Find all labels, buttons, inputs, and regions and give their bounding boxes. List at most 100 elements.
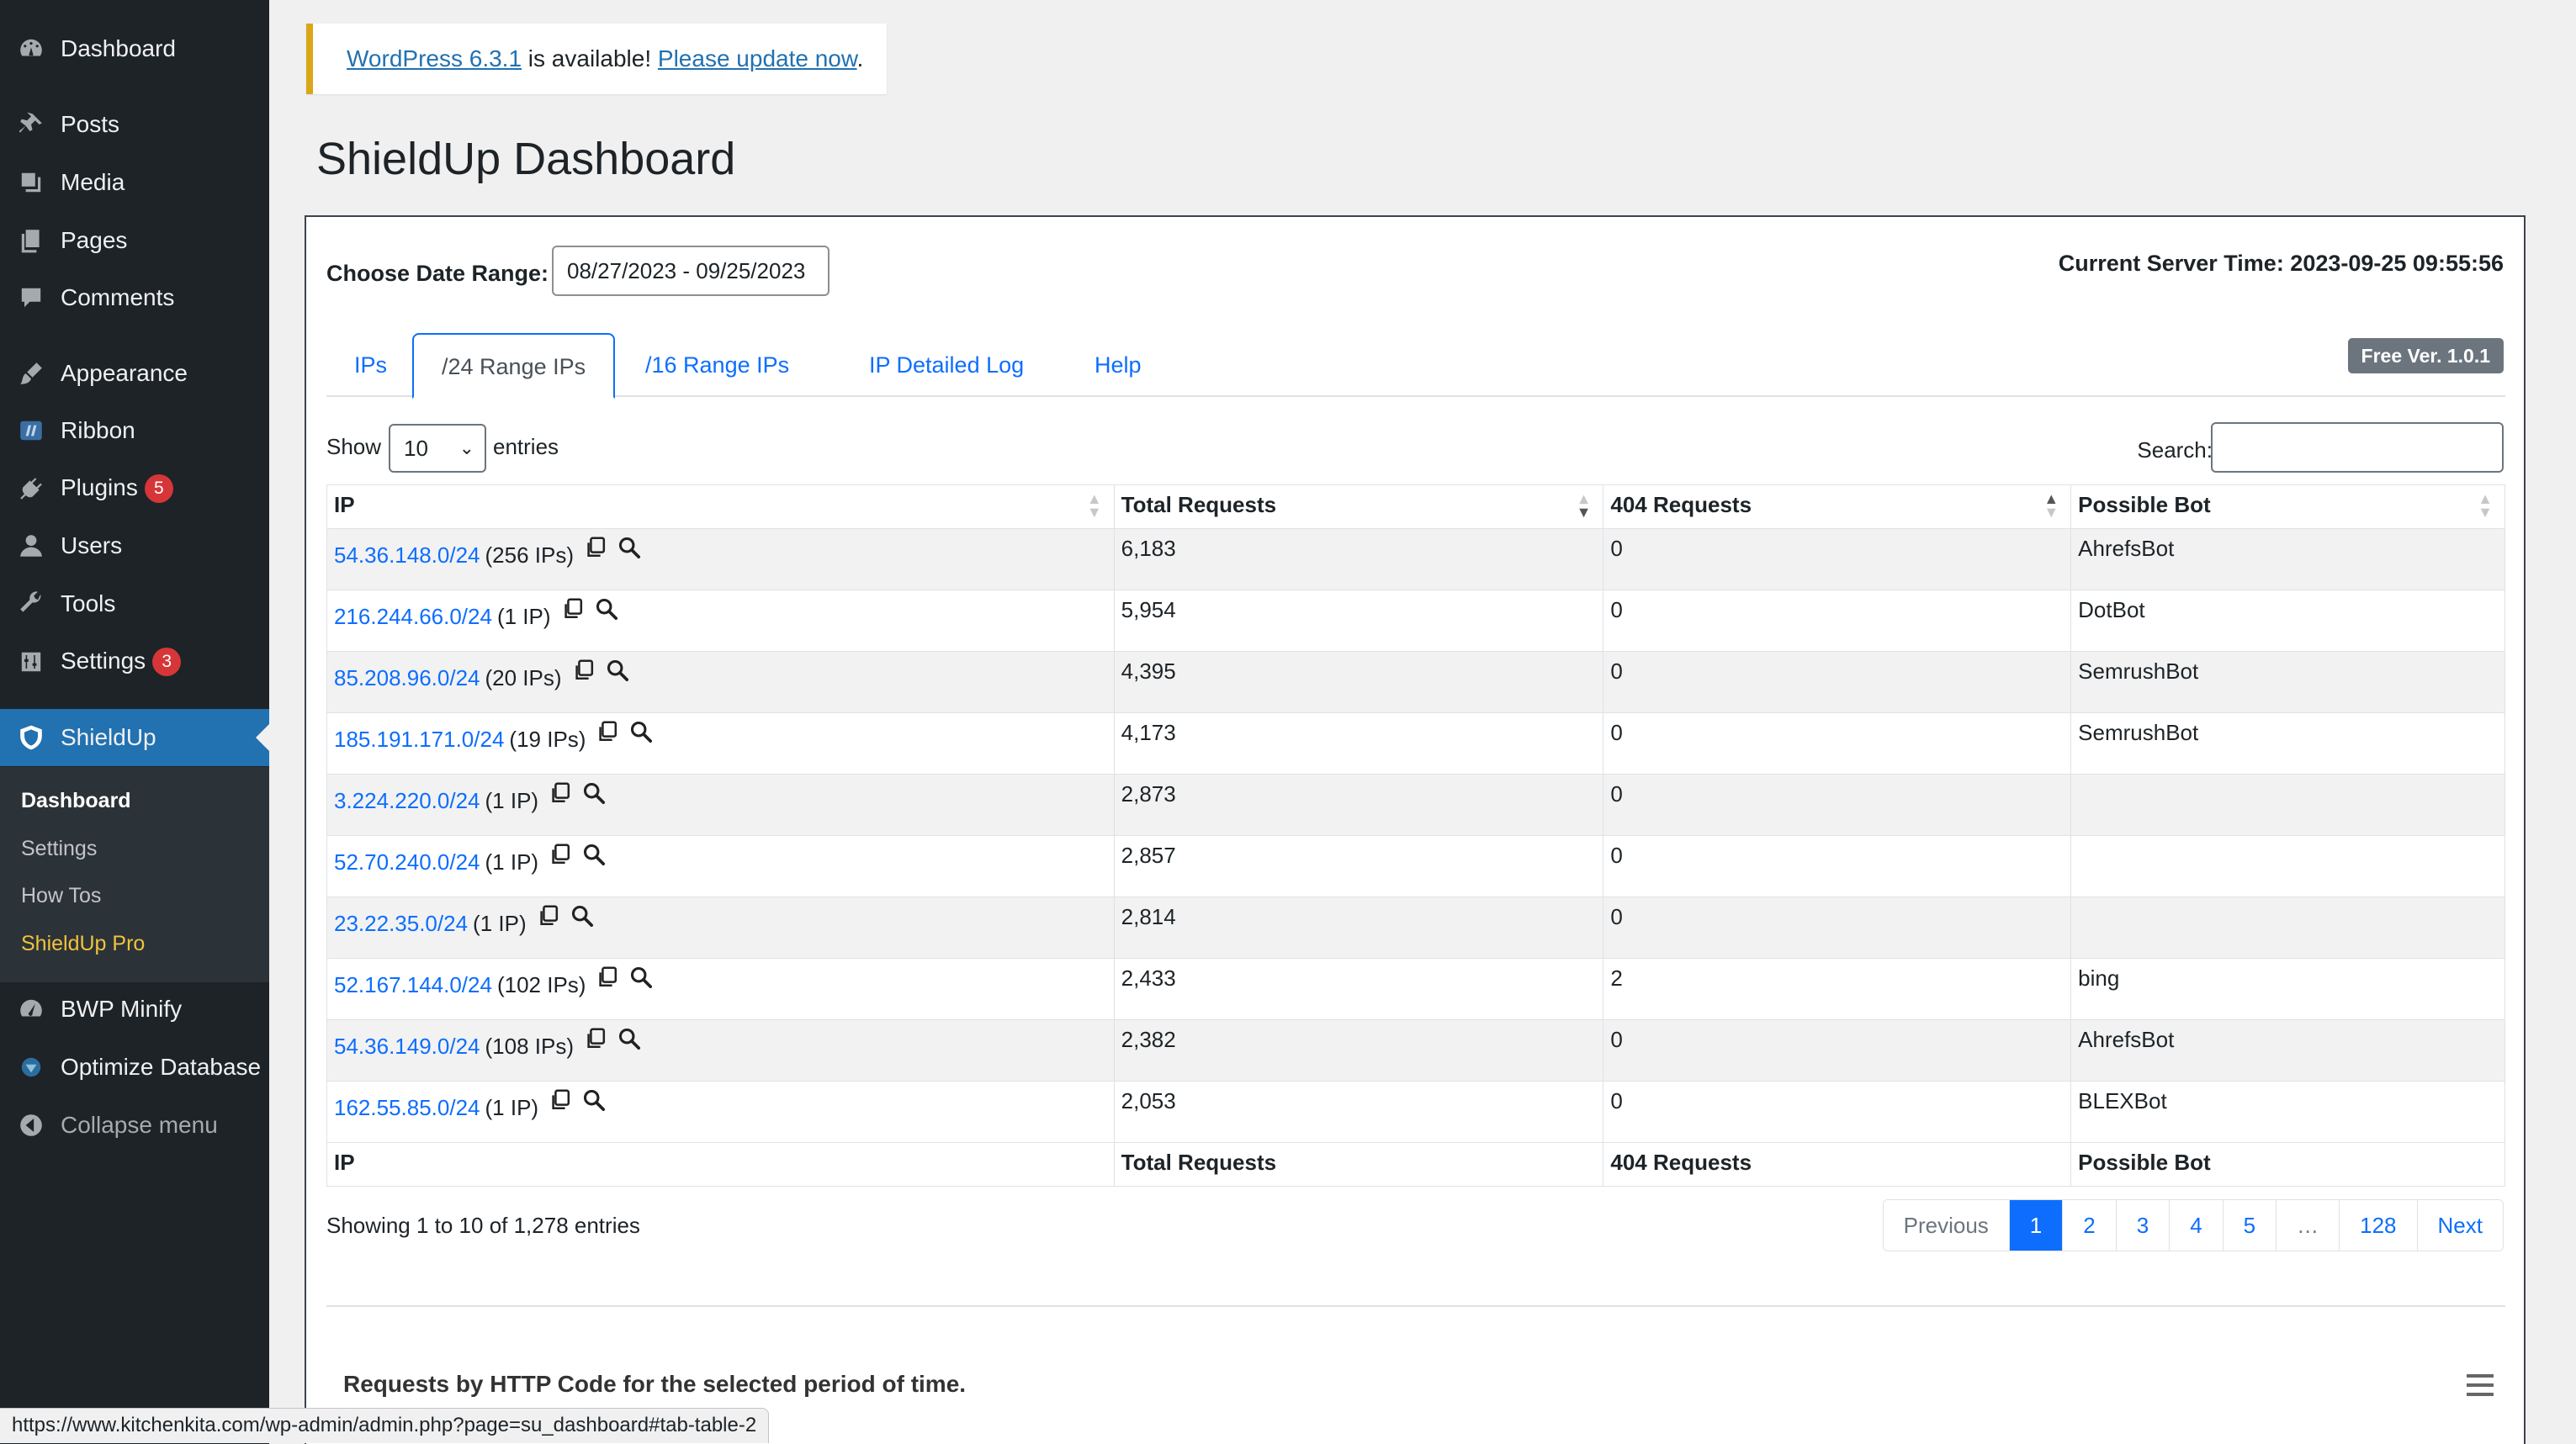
menu-appearance[interactable]: Appearance — [0, 345, 269, 402]
tab-help[interactable]: Help — [1067, 333, 1169, 399]
menu-bwp-minify[interactable]: BWP Minify — [0, 981, 269, 1038]
menu-posts[interactable]: Posts — [0, 96, 269, 153]
search-icon[interactable] — [617, 536, 641, 565]
chart-title: Requests by HTTP Code for the selected p… — [343, 1371, 967, 1397]
total-requests-cell: 5,954 — [1113, 590, 1604, 652]
copy-icon[interactable] — [596, 720, 619, 749]
copy-icon[interactable] — [549, 1088, 572, 1118]
submenu-shieldup-pro[interactable]: ShieldUp Pro — [21, 932, 145, 956]
header-possible-bot[interactable]: Possible Bot ▲ ▼ — [2070, 484, 2505, 529]
tab-16-range-ips[interactable]: /16 Range IPs — [617, 333, 817, 399]
comment-icon — [17, 283, 45, 312]
tab-ips[interactable]: IPs — [326, 333, 415, 399]
menu-optimize-database[interactable]: Optimize Database — [0, 1039, 269, 1096]
search-icon[interactable] — [617, 1027, 641, 1056]
copy-icon[interactable] — [549, 843, 572, 872]
total-requests-cell: 6,183 — [1113, 528, 1604, 590]
wordpress-version-link[interactable]: WordPress 6.3.1 — [347, 45, 522, 71]
copy-icon[interactable] — [561, 597, 585, 627]
table-row: 23.22.35.0/24 (1 IP) 2,814 0 — [326, 897, 2505, 959]
search-icon[interactable] — [595, 597, 618, 627]
possible-bot-cell: SemrushBot — [2070, 651, 2505, 713]
copy-icon[interactable] — [596, 965, 619, 995]
search-icon[interactable] — [606, 659, 629, 688]
menu-dashboard[interactable]: Dashboard — [0, 20, 269, 77]
ip-range-link[interactable]: 52.70.240.0/24 — [334, 849, 480, 875]
menu-label: Tools — [61, 590, 116, 616]
pagination-page-128[interactable]: 128 — [2339, 1200, 2417, 1251]
menu-shieldup[interactable]: ShieldUp — [0, 709, 269, 766]
pagination-page-3[interactable]: 3 — [2115, 1200, 2170, 1251]
pagination-page-4[interactable]: 4 — [2169, 1200, 2223, 1251]
ip-count: (256 IPs) — [485, 542, 575, 568]
page-title: ShieldUp Dashboard — [316, 134, 736, 184]
copy-icon[interactable] — [549, 781, 572, 811]
table-info: Showing 1 to 10 of 1,278 entries — [326, 1213, 640, 1238]
copy-icon[interactable] — [572, 659, 596, 688]
search-icon[interactable] — [570, 904, 594, 934]
ip-count: (1 IP) — [485, 788, 539, 813]
menu-media[interactable]: Media — [0, 154, 269, 211]
menu-comments[interactable]: Comments — [0, 269, 269, 326]
menu-settings[interactable]: Settings 3 — [0, 633, 269, 690]
plugin-icon — [17, 474, 45, 503]
header-404-requests[interactable]: 404 Requests ▲ ▼ — [1603, 484, 2072, 529]
menu-pages[interactable]: Pages — [0, 212, 269, 269]
menu-label: Appearance — [61, 360, 188, 386]
notice-text: is available! — [522, 45, 658, 71]
pagination-page-1[interactable]: 1 — [2008, 1200, 2063, 1251]
ip-range-link[interactable]: 54.36.149.0/24 — [334, 1034, 480, 1059]
ribbon-icon — [17, 416, 45, 445]
search-icon[interactable] — [629, 965, 653, 995]
search-input[interactable] — [2211, 422, 2504, 473]
menu-plugins[interactable]: Plugins 5 — [0, 460, 269, 517]
ip-range-link[interactable]: 216.244.66.0/24 — [334, 604, 492, 629]
shield-icon — [17, 723, 45, 752]
copy-icon[interactable] — [584, 1027, 607, 1056]
pagination-page-2[interactable]: 2 — [2062, 1200, 2116, 1251]
header-total-requests[interactable]: Total Requests ▲ ▼ — [1113, 484, 1604, 529]
entries-per-page-select[interactable]: 10 ⌄ — [389, 424, 486, 473]
update-notice: WordPress 6.3.1 is available! Please upd… — [306, 24, 887, 94]
pagination-page-5[interactable]: 5 — [2222, 1200, 2277, 1251]
hamburger-menu-icon[interactable] — [2467, 1374, 2494, 1396]
update-now-link[interactable]: Please update now — [658, 45, 857, 71]
submenu-settings[interactable]: Settings — [21, 837, 97, 861]
header-ip[interactable]: IP ▲ ▼ — [326, 484, 1115, 529]
ip-range-link[interactable]: 52.167.144.0/24 — [334, 972, 492, 997]
tab-24-range-ips[interactable]: /24 Range IPs — [412, 333, 616, 399]
notice-period: . — [856, 45, 864, 71]
submenu-how-tos[interactable]: How Tos — [21, 884, 101, 908]
copy-icon[interactable] — [584, 536, 607, 565]
pagination-next[interactable]: Next — [2416, 1200, 2503, 1251]
ip-range-link[interactable]: 3.224.220.0/24 — [334, 788, 480, 813]
search-icon[interactable] — [582, 843, 606, 872]
possible-bot-cell — [2070, 835, 2505, 897]
menu-tools[interactable]: Tools — [0, 575, 269, 632]
media-icon — [17, 168, 45, 197]
tab-ip-detailed-log[interactable]: IP Detailed Log — [841, 333, 1052, 399]
collapse-menu-button[interactable]: Collapse menu — [0, 1097, 269, 1154]
search-icon[interactable] — [582, 781, 606, 811]
ip-range-link[interactable]: 23.22.35.0/24 — [334, 911, 468, 936]
ip-range-link[interactable]: 54.36.148.0/24 — [334, 542, 480, 568]
copy-icon[interactable] — [537, 904, 560, 934]
possible-bot-cell: AhrefsBot — [2070, 1019, 2505, 1082]
menu-users[interactable]: Users — [0, 517, 269, 574]
date-range-input[interactable]: 08/27/2023 - 09/25/2023 — [552, 246, 830, 296]
pagination-previous[interactable]: Previous — [1883, 1200, 2009, 1251]
sort-desc-icon: ▲ ▼ — [1576, 490, 1592, 521]
search-icon[interactable] — [582, 1088, 606, 1118]
submenu-dashboard[interactable]: Dashboard — [21, 789, 131, 813]
search-label: Search: — [2137, 437, 2213, 463]
ip-range-link[interactable]: 162.55.85.0/24 — [334, 1095, 480, 1120]
show-label: Show — [326, 434, 382, 459]
search-icon[interactable] — [629, 720, 653, 749]
browser-status-url: https://www.kitchenkita.com/wp-admin/adm… — [0, 1408, 770, 1443]
menu-label: Dashboard — [61, 35, 176, 61]
ip-range-link[interactable]: 185.191.171.0/24 — [334, 727, 504, 752]
possible-bot-cell: AhrefsBot — [2070, 528, 2505, 590]
menu-ribbon[interactable]: Ribbon — [0, 402, 269, 459]
database-icon — [17, 1053, 45, 1082]
ip-range-link[interactable]: 85.208.96.0/24 — [334, 665, 480, 690]
